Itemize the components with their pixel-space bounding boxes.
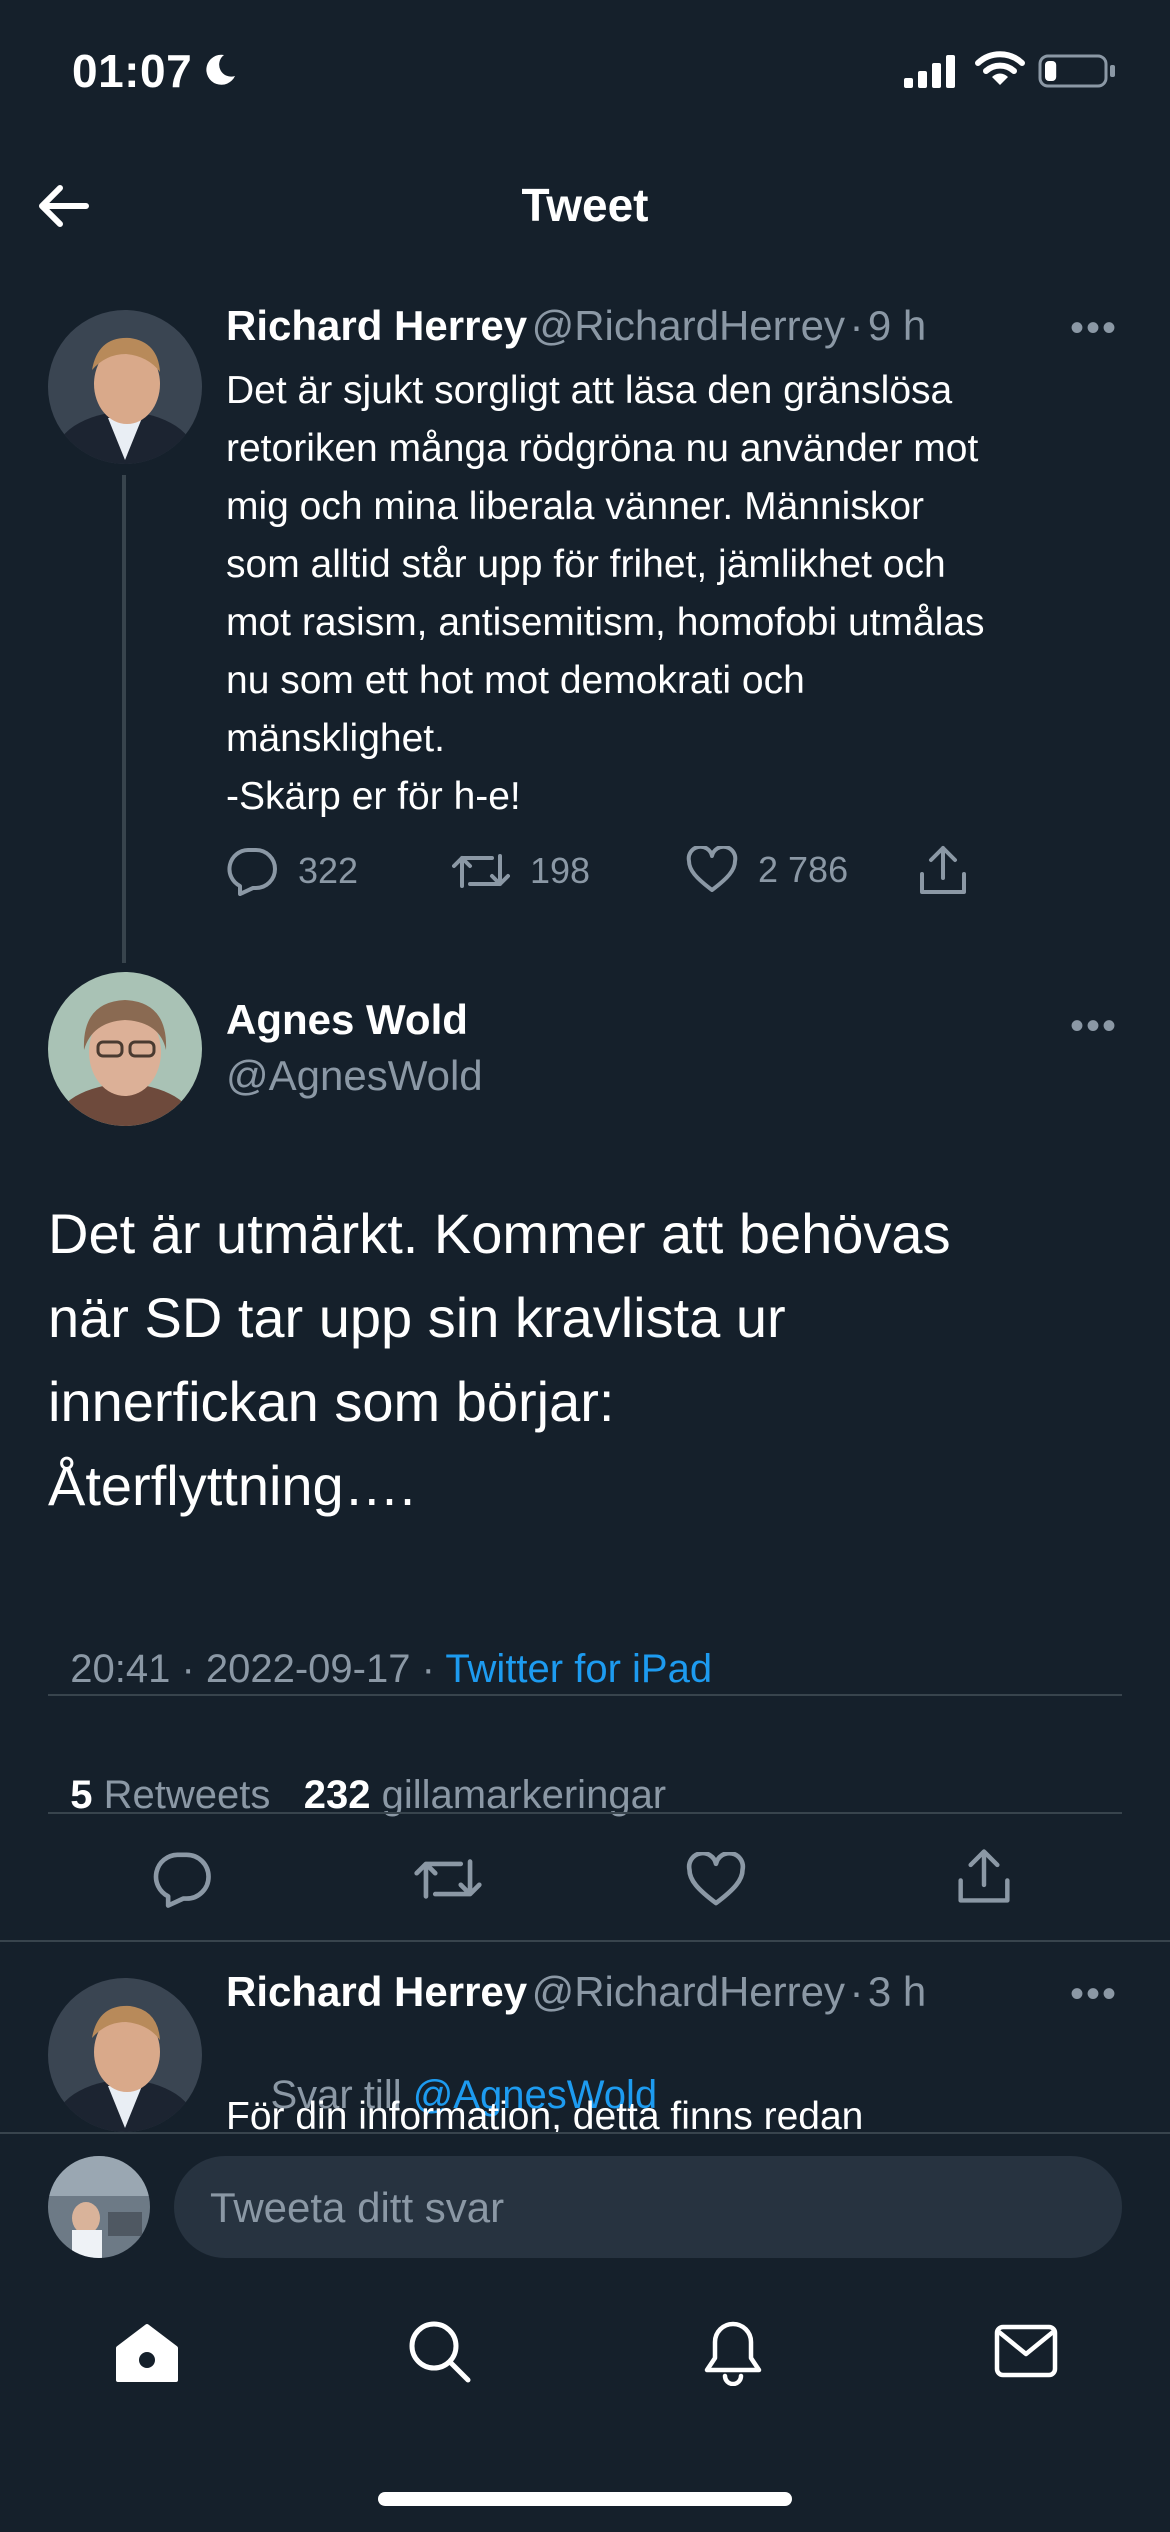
- wifi-icon: [975, 50, 1025, 88]
- more-options-button[interactable]: •••: [1070, 1972, 1118, 2017]
- author-handle[interactable]: @AgnesWold: [226, 1052, 483, 1100]
- nav-notifications[interactable]: [702, 2318, 764, 2386]
- tweet-text-line: mänsklighet.: [226, 717, 445, 760]
- heart-icon: [686, 846, 738, 892]
- divider: [0, 2132, 1170, 2134]
- share-action[interactable]: [916, 844, 970, 896]
- reply-tweet[interactable]: Richard Herrey @RichardHerrey · 3 h ••• …: [0, 1942, 1170, 2132]
- retweet-count: 198: [530, 850, 591, 891]
- divider: [48, 1812, 1122, 1814]
- battery-icon: [1038, 54, 1116, 88]
- like-action[interactable]: 2 786: [686, 846, 848, 894]
- moon-icon: [202, 52, 238, 88]
- tweet-text-line: innerfickan som börjar:: [48, 1370, 615, 1433]
- nav-messages[interactable]: [994, 2324, 1058, 2378]
- tweet-meta: 20:41 · 2022-09-17 · Twitter for iPad: [48, 1602, 712, 1692]
- avatar-agnes-wold[interactable]: [48, 972, 202, 1126]
- heart-icon: [686, 1852, 746, 1906]
- author-name[interactable]: Agnes Wold: [226, 996, 468, 1044]
- tweet-text-line: mot rasism, antisemitism, homofobi utmål…: [226, 601, 985, 644]
- cellular-signal-icon: [904, 54, 956, 88]
- tweet-text-line: som alltid står upp för frihet, jämlikhe…: [226, 543, 946, 586]
- reply-count: 322: [298, 850, 359, 891]
- separator-dot: ·: [849, 302, 864, 349]
- author-name[interactable]: Richard Herrey: [226, 302, 527, 349]
- composer-placeholder: Tweeta ditt svar: [210, 2184, 505, 2231]
- tweet-text-line: retoriken många rödgröna nu använder mot: [226, 427, 979, 470]
- mail-icon: [994, 2324, 1058, 2378]
- reply-tweet-text-preview: För din information, detta finns redan: [226, 2095, 864, 2132]
- retweet-icon: [452, 854, 510, 888]
- retweets-label: Retweets: [103, 1773, 271, 1817]
- tweet-text-line: Det är sjukt sorgligt att läsa den gräns…: [226, 369, 953, 412]
- like-count: 2 786: [758, 849, 849, 890]
- tweet-timestamp: 20:41 · 2022-09-17 ·: [70, 1647, 446, 1691]
- avatar-richard-herrey[interactable]: [48, 310, 202, 464]
- tweet-text-line: Det är utmärkt. Kommer att behövas: [48, 1202, 951, 1265]
- bell-icon: [704, 2321, 762, 2386]
- home-icon: [116, 2324, 178, 2382]
- tweet-text-line: nu som ett hot mot demokrati och: [226, 659, 805, 702]
- search-icon: [409, 2321, 471, 2383]
- reply-button[interactable]: [152, 1850, 212, 1908]
- retweet-icon: [414, 1859, 482, 1899]
- more-options-button[interactable]: •••: [1070, 306, 1118, 351]
- tweet-time-ago: 3 h: [867, 1968, 927, 2015]
- current-user-avatar[interactable]: [48, 2156, 150, 2258]
- more-icon: •••: [1070, 1972, 1119, 2016]
- tweet-text-line: när SD tar upp sin kravlista ur: [48, 1286, 786, 1349]
- share-icon: [958, 1849, 1010, 1903]
- status-time: 01:07: [72, 45, 193, 97]
- thread-connector-line: [122, 475, 126, 963]
- comment-icon: [227, 848, 277, 896]
- nav-home[interactable]: [114, 2322, 180, 2384]
- tweet-text-line: mig och mina liberala vänner. Människor: [226, 485, 925, 528]
- nav-search[interactable]: [406, 2318, 472, 2384]
- tweet-time-ago: 9 h: [867, 302, 927, 349]
- home-indicator: [378, 2492, 792, 2506]
- more-icon: •••: [1070, 306, 1119, 350]
- avatar-richard-herrey[interactable]: [48, 1978, 202, 2132]
- tweet-source-link[interactable]: Twitter for iPad: [445, 1647, 712, 1691]
- retweet-button[interactable]: [414, 1850, 482, 1908]
- divider: [48, 1694, 1122, 1696]
- comment-icon: [153, 1852, 211, 1908]
- parent-tweet-header: Richard Herrey @RichardHerrey · 9 h: [226, 302, 926, 350]
- share-button[interactable]: [954, 1846, 1014, 1906]
- tweet-text-line: -Skärp er för h-e!: [226, 775, 521, 818]
- likes-count: 232: [303, 1773, 371, 1817]
- more-options-button[interactable]: •••: [1070, 1004, 1118, 1049]
- separator-dot: ·: [849, 1968, 864, 2015]
- share-icon: [920, 846, 966, 894]
- page-title: Tweet: [521, 179, 649, 231]
- main-tweet-text: Det är utmärkt. Kommer att behövas när S…: [48, 1192, 1138, 1528]
- author-handle[interactable]: @RichardHerrey: [532, 302, 845, 349]
- reply-tweet-header: Richard Herrey @RichardHerrey · 3 h: [226, 1968, 926, 2016]
- more-icon: •••: [1070, 1004, 1119, 1048]
- author-handle[interactable]: @RichardHerrey: [532, 1968, 845, 2015]
- author-name[interactable]: Richard Herrey: [226, 1968, 527, 2015]
- likes-label: gillamarkeringar: [381, 1773, 667, 1817]
- parent-tweet-text: Det är sjukt sorgligt att läsa den gräns…: [226, 362, 1146, 826]
- engagement-stats: 5 Retweets 232 gillamarkeringar: [48, 1728, 666, 1818]
- like-button[interactable]: [686, 1852, 746, 1908]
- reply-action[interactable]: 322: [226, 846, 358, 896]
- retweet-action[interactable]: 198: [452, 846, 590, 896]
- reply-composer-input[interactable]: Tweeta ditt svar: [174, 2156, 1122, 2258]
- retweets-stat[interactable]: 5 Retweets: [70, 1773, 270, 1817]
- tweet-text-line: Återflyttning….: [48, 1454, 416, 1517]
- likes-stat[interactable]: 232 gillamarkeringar: [304, 1773, 666, 1817]
- retweets-count: 5: [70, 1773, 93, 1817]
